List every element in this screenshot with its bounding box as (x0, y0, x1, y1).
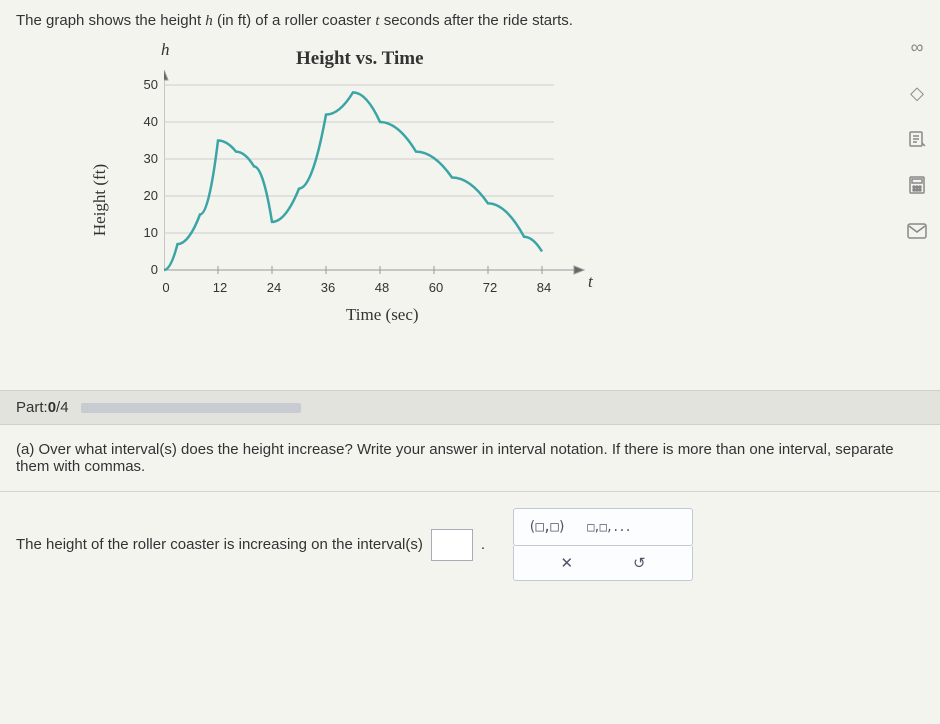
var-h: h (205, 13, 213, 29)
symbol-palette: (□,□) □,□,... (513, 508, 693, 546)
answer-row: The height of the roller coaster is incr… (0, 492, 940, 597)
progress-track (81, 403, 301, 413)
xtick-24: 24 (262, 280, 286, 295)
list-button[interactable]: □,□,... (587, 520, 631, 534)
chart: Height vs. Time h t Height (ft) Time (se… (86, 40, 666, 340)
x-axis-title: Time (sec) (346, 305, 419, 325)
ytick-0: 0 (134, 262, 158, 277)
xtick-0: 0 (154, 280, 178, 295)
mail-icon[interactable] (904, 218, 930, 244)
notes-icon[interactable] (904, 126, 930, 152)
answer-prompt: The height of the roller coaster is incr… (16, 536, 423, 553)
part-current: 0 (48, 399, 56, 416)
part-progress-bar: Part: 0 / 4 (0, 390, 940, 425)
xtick-36: 36 (316, 280, 340, 295)
calculator-icon[interactable] (904, 172, 930, 198)
data-line (164, 92, 542, 270)
xtick-12: 12 (208, 280, 232, 295)
chart-title: Height vs. Time (296, 48, 424, 70)
intro-text3: seconds after the ride starts. (380, 12, 573, 29)
answer-input[interactable] (431, 529, 473, 561)
plot-svg (164, 70, 594, 280)
question-a: (a) Over what interval(s) does the heigh… (0, 425, 940, 492)
xtick-48: 48 (370, 280, 394, 295)
palette-row2: ✕ ↺ (513, 546, 693, 581)
part-label: Part: (16, 399, 48, 416)
interval-button[interactable]: (□,□) (528, 519, 565, 535)
part-total: 4 (60, 399, 68, 416)
ytick-40: 40 (134, 114, 158, 129)
clear-button[interactable]: ✕ (560, 554, 573, 572)
hint-icon[interactable]: ◇ (904, 80, 930, 106)
question-text: (a) Over what interval(s) does the heigh… (16, 441, 894, 475)
ytick-10: 10 (134, 225, 158, 240)
ytick-50: 50 (134, 77, 158, 92)
y-var-label: h (161, 40, 170, 60)
ytick-20: 20 (134, 188, 158, 203)
xtick-84: 84 (532, 280, 556, 295)
xtick-60: 60 (424, 280, 448, 295)
answer-period: . (481, 536, 485, 553)
right-toolbar: ∞ ◇ (904, 34, 930, 244)
xtick-72: 72 (478, 280, 502, 295)
y-axis-title: Height (ft) (90, 164, 110, 236)
problem-intro: The graph shows the height h (in ft) of … (16, 12, 924, 30)
undo-button[interactable]: ↺ (633, 554, 646, 572)
intro-text: The graph shows the height (16, 12, 205, 29)
ytick-30: 30 (134, 151, 158, 166)
intro-text2: (in ft) of a roller coaster (213, 12, 376, 29)
infinity-icon[interactable]: ∞ (904, 34, 930, 60)
